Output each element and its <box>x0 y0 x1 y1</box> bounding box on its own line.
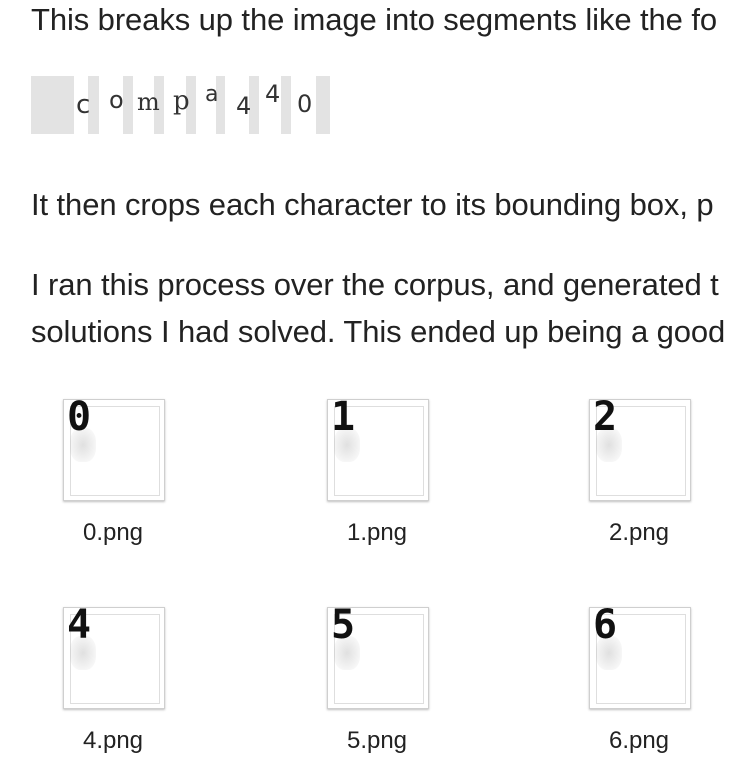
digit-noise <box>596 428 622 462</box>
captcha-char: p <box>173 86 190 116</box>
captcha-char: m <box>137 88 160 116</box>
corpus-line-1: I ran this process over the corpus, and … <box>31 267 719 302</box>
thumbnail-caption: 1.png <box>346 519 408 546</box>
digit-noise <box>596 636 622 670</box>
thumbnail-caption: 4.png <box>82 727 144 754</box>
digit-noise <box>70 636 96 670</box>
digit-thumbnail-5[interactable]: 5 <box>327 602 429 709</box>
thumbnail-caption: 5.png <box>346 727 408 754</box>
digit-noise <box>334 428 360 462</box>
captcha-char: a <box>205 82 219 107</box>
crop-paragraph: It then crops each character to its boun… <box>31 187 714 222</box>
thumbnail-caption: 0.png <box>82 519 144 546</box>
captcha-char: 4 <box>265 80 281 108</box>
digit-noise <box>334 636 360 670</box>
corpus-paragraph: I ran this process over the corpus, and … <box>31 261 725 355</box>
digit-thumbnail-1[interactable]: 1 <box>327 394 429 501</box>
digit-thumbnail-2[interactable]: 2 <box>589 394 691 501</box>
segmented-captcha-image: c o m p a 4 4 0 <box>31 76 331 134</box>
intro-paragraph: This breaks up the image into segments l… <box>31 2 717 37</box>
digit-noise <box>70 428 96 462</box>
digit-thumbnail-4[interactable]: 4 <box>63 602 165 709</box>
captcha-char: 4 <box>236 92 252 120</box>
digit-thumbnail-6[interactable]: 6 <box>589 602 691 709</box>
captcha-char: c <box>76 90 91 120</box>
captcha-char: 0 <box>297 90 313 118</box>
captcha-char: o <box>109 86 124 114</box>
thumbnail-caption: 2.png <box>608 519 670 546</box>
corpus-line-2: solutions I had solved. This ended up be… <box>31 314 726 349</box>
digit-thumbnail-0[interactable]: 0 <box>63 394 165 501</box>
thumbnail-caption: 6.png <box>608 727 670 754</box>
